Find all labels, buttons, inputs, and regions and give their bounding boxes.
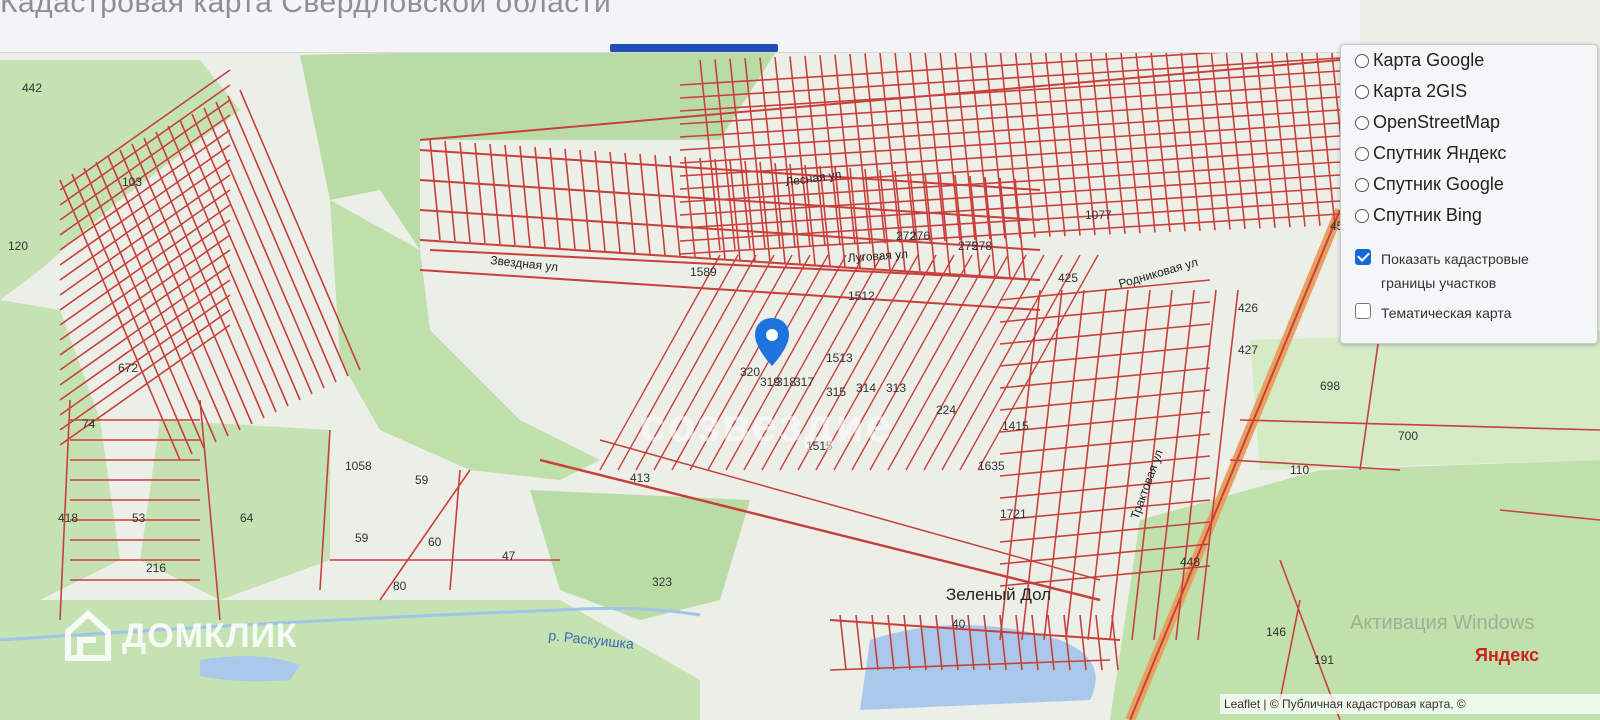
parcel-number-label: 323	[652, 575, 672, 589]
parcel-number-label: 64	[240, 511, 254, 525]
parcel-number-label: 40	[952, 617, 966, 631]
parcel-number-label: 191	[1314, 653, 1334, 667]
parcel-number-label: 1415	[1002, 419, 1029, 433]
windows-activation-notice: Активация Windows	[1350, 612, 1535, 634]
cadastre-label: Показать кадастровые границы участков	[1381, 251, 1529, 291]
house-icon	[65, 610, 111, 661]
place-name-label: Зеленый Дол	[946, 585, 1051, 604]
divider	[1355, 231, 1597, 241]
parcel-number-label: 60	[428, 535, 442, 549]
layer-option-openstreetmap[interactable]: OpenStreetMap	[1355, 107, 1597, 138]
parcel-number-label: 59	[355, 531, 369, 545]
radio-button[interactable]	[1355, 53, 1369, 68]
layer-label: OpenStreetMap	[1373, 112, 1501, 132]
layer-option-bing-satellite[interactable]: Спутник Bing	[1355, 200, 1597, 231]
layer-label: Спутник Яндекс	[1373, 143, 1507, 163]
watermark-text: созвездие	[640, 399, 894, 451]
layer-option-yandex-satellite[interactable]: Спутник Яндекс	[1355, 138, 1597, 169]
parcel-number-label: 74	[82, 417, 96, 431]
parcel-number-label: 1721	[1000, 507, 1027, 521]
parcel-number-label: 320	[740, 365, 760, 379]
layer-label: Карта Google	[1373, 50, 1485, 70]
parcel-number-label: 47	[502, 549, 516, 563]
parcel-number-label: 448	[1180, 555, 1200, 569]
radio-button[interactable]	[1355, 84, 1369, 99]
parcel-number-label: 1058	[345, 459, 372, 473]
layer-option-google-satellite[interactable]: Спутник Google	[1355, 169, 1597, 200]
radio-button[interactable]	[1355, 177, 1369, 192]
parcel-number-label: 313	[886, 381, 906, 395]
parcel-number-label: 1635	[978, 459, 1005, 473]
layer-label: Спутник Bing	[1373, 205, 1482, 225]
parcel-number-label: 80	[393, 579, 407, 593]
parcel-number-label: 1512	[848, 289, 875, 303]
parcel-number-label: 110	[1290, 463, 1309, 477]
parcel-number-label: 413	[630, 471, 650, 485]
layer-label: Спутник Google	[1373, 174, 1504, 194]
parcel-number-label: 698	[1320, 379, 1340, 393]
layer-label: Карта 2GIS	[1373, 81, 1468, 101]
layer-option-google-map[interactable]: Карта Google	[1355, 45, 1597, 76]
parcel-number-label: 1589	[690, 265, 717, 279]
thematic-label: Тематическая карта	[1381, 305, 1512, 321]
cadastre-checkbox[interactable]	[1355, 249, 1371, 265]
parcel-number-label: 224	[936, 403, 956, 417]
parcel-number-label: 278	[972, 239, 992, 253]
map-attribution[interactable]: Leaflet | © Публичная кадастровая карта,…	[1220, 694, 1600, 714]
parcel-number-label: 442	[22, 81, 42, 95]
parcel-number-label: 425	[1058, 271, 1078, 285]
parcel-number-label: 426	[1238, 301, 1258, 315]
parcel-number-label: 146	[1266, 625, 1286, 639]
parcel-number-label: 1077	[1085, 208, 1112, 222]
thematic-checkbox[interactable]	[1355, 303, 1371, 319]
radio-button[interactable]	[1355, 208, 1369, 223]
parcel-number-label: 317	[794, 375, 814, 389]
parcel-number-label: 103	[122, 175, 142, 189]
domclick-wordmark: ДОМКЛИК	[122, 616, 298, 655]
location-pin-icon[interactable]	[755, 318, 789, 366]
parcel-number-label: 1513	[826, 351, 853, 365]
parcel-number-label: 216	[146, 561, 166, 575]
radio-button[interactable]	[1355, 115, 1369, 130]
parcel-number-label: 53	[132, 511, 146, 525]
domclick-logo: ДОМКЛИК	[64, 610, 298, 662]
parcel-number-label: 700	[1398, 429, 1418, 443]
layer-option-2gis-map[interactable]: Карта 2GIS	[1355, 76, 1597, 107]
cadastre-boundaries-toggle[interactable]: Показать кадастровые границы участков	[1355, 247, 1597, 295]
header-bar: Кадастровая карта Свердловской области	[0, 0, 1360, 53]
yandex-logo: Яндекс	[1475, 645, 1540, 665]
parcel-number-label: 672	[118, 361, 138, 375]
parcel-number-label: 314	[856, 381, 876, 395]
radio-button[interactable]	[1355, 146, 1369, 161]
page-title: Кадастровая карта Свердловской области	[0, 0, 612, 19]
parcel-number-label: 59	[415, 473, 429, 487]
layer-control-panel: Карта Google Карта 2GIS OpenStreetMap Сп…	[1340, 44, 1598, 344]
parcel-number-label: 276	[910, 229, 930, 243]
parcel-number-label: 120	[8, 239, 28, 253]
active-tab-indicator[interactable]	[610, 44, 778, 52]
parcel-number-label: 427	[1238, 343, 1258, 357]
parcel-number-label: 418	[58, 511, 78, 525]
thematic-map-toggle[interactable]: Тематическая карта	[1355, 301, 1597, 325]
parcel-number-label: 315	[826, 385, 846, 399]
